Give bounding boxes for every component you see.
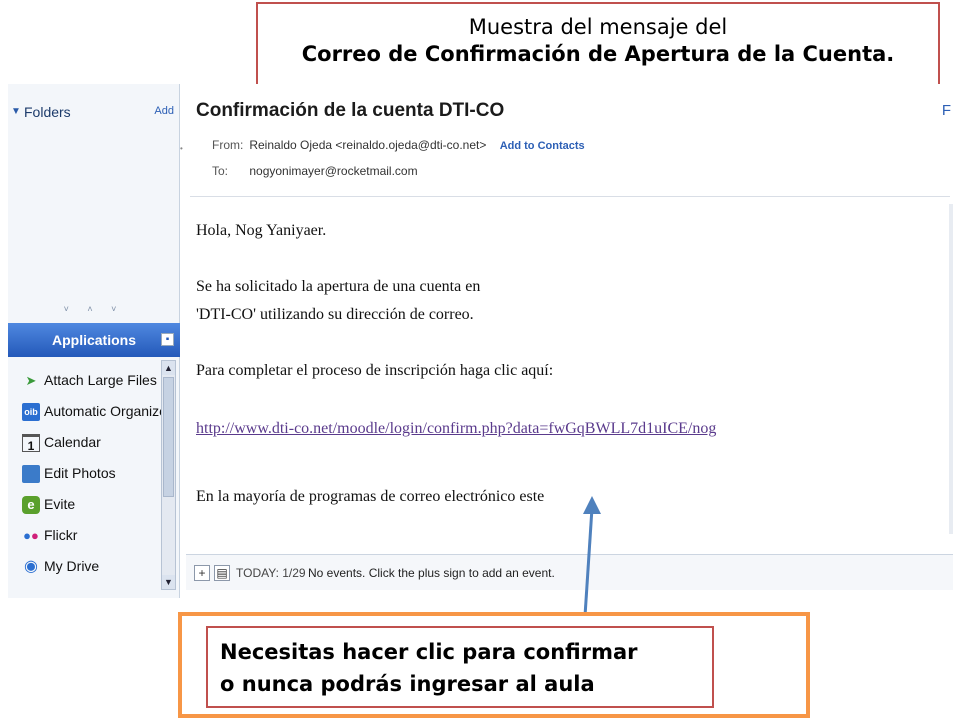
app-item-my-drive[interactable]: ◉ My Drive <box>8 553 164 584</box>
add-event-plus-icon[interactable]: + <box>194 565 210 581</box>
app-item-flickr[interactable]: ●● Flickr <box>8 522 164 553</box>
photo-icon <box>22 465 40 483</box>
email-client-screenshot: ▼ Folders Add ˅ ˄ ˅ Applications ▪ ➤ Att… <box>8 84 953 598</box>
app-item-automatic-organizer[interactable]: oib Automatic Organizer <box>8 398 172 429</box>
pointer-arrow <box>583 496 601 617</box>
app-label: Automatic Organizer <box>44 403 172 419</box>
callout-line2: o nunca podrás ingresar al aula <box>220 672 595 696</box>
body-line-1: Se ha solicitado la apertura de una cuen… <box>196 278 481 295</box>
calendar-icon: 1 <box>22 434 40 453</box>
message-scrollbar[interactable] <box>949 204 953 534</box>
app-label: Flickr <box>44 527 78 543</box>
oib-logo-icon: oib <box>22 403 40 421</box>
folders-label: Folders <box>24 104 71 120</box>
body-line-3: Para completar el proceso de inscripción… <box>196 362 554 379</box>
from-label: From: <box>212 138 244 152</box>
pane-splitter[interactable]: ˅ ˄ ˅ <box>8 304 180 318</box>
evite-icon: e <box>22 496 40 514</box>
confirmation-link[interactable]: http://www.dti-co.net/moodle/login/confi… <box>196 420 716 438</box>
to-row: To: nogyonimayer@rocketmail.com <box>212 164 418 178</box>
folders-header[interactable]: ▼ Folders Add <box>8 102 180 124</box>
add-folder-link[interactable]: Add <box>154 105 174 117</box>
annotation-title-line2: Correo de Confirmación de Apertura de la… <box>301 42 895 66</box>
body-greeting: Hola, Nog Yaniyaer. <box>196 222 327 239</box>
from-value: Reinaldo Ojeda <reinaldo.ojeda@dti-co.ne… <box>249 138 487 152</box>
flickr-icon: ●● <box>23 528 39 543</box>
app-item-evite[interactable]: e Evite <box>8 491 164 522</box>
app-item-attach-large-files[interactable]: ➤ Attach Large Files <box>8 367 164 398</box>
scroll-thumb[interactable] <box>163 377 174 497</box>
applications-list: ➤ Attach Large Files oib Automatic Organ… <box>8 367 172 584</box>
app-item-edit-photos[interactable]: Edit Photos <box>8 460 164 491</box>
today-label: TODAY: 1/29 <box>236 566 306 580</box>
app-item-calendar[interactable]: 1 Calendar <box>8 429 164 460</box>
paper-plane-icon: ➤ <box>25 373 37 388</box>
from-row: From: Reinaldo Ojeda <reinaldo.ojeda@dti… <box>212 138 585 152</box>
applications-label: Applications <box>51 332 136 348</box>
to-value: nogyonimayer@rocketmail.com <box>249 164 418 178</box>
app-label: My Drive <box>44 558 100 574</box>
app-label: Attach Large Files <box>44 372 157 388</box>
scroll-down-icon[interactable]: ▼ <box>162 575 175 589</box>
app-label: Edit Photos <box>44 465 116 481</box>
message-subject: Confirmación de la cuenta DTI-CO <box>196 100 505 121</box>
callout-box: Necesitas hacer clic para confirmar o nu… <box>178 612 810 718</box>
left-sidebar: ▼ Folders Add ˅ ˄ ˅ Applications ▪ ➤ Att… <box>8 84 180 598</box>
collapse-box-icon[interactable]: ▪ <box>161 333 174 346</box>
applications-scrollbar[interactable]: ▲ ▼ <box>161 360 176 590</box>
scroll-up-icon[interactable]: ▲ <box>162 361 175 375</box>
callout-line1: Necesitas hacer clic para confirmar <box>220 640 638 664</box>
events-message: No events. Click the plus sign to add an… <box>308 566 555 580</box>
to-label: To: <box>212 164 229 178</box>
callout-inner-box: Necesitas hacer clic para confirmar o nu… <box>206 626 714 708</box>
header-divider <box>190 196 950 197</box>
body-line-4: En la mayoría de programas de correo ele… <box>196 488 545 505</box>
applications-header[interactable]: Applications ▪ <box>8 323 180 357</box>
app-label: Evite <box>44 496 76 512</box>
body-line-2: 'DTI-CO' utilizando su dirección de corr… <box>196 306 474 323</box>
expand-triangle-icon[interactable]: ▼ <box>11 106 21 117</box>
drive-icon: ◉ <box>24 558 38 575</box>
annotation-title-box: Muestra del mensaje del Correo de Confir… <box>256 2 940 86</box>
toolbar-partial-label[interactable]: F <box>942 102 951 119</box>
annotation-title-line1: Muestra del mensaje del <box>468 15 728 39</box>
add-to-contacts-link[interactable]: Add to Contacts <box>500 140 585 152</box>
calendar-view-icon[interactable]: ▤ <box>214 565 230 581</box>
app-label: Calendar <box>44 434 101 450</box>
